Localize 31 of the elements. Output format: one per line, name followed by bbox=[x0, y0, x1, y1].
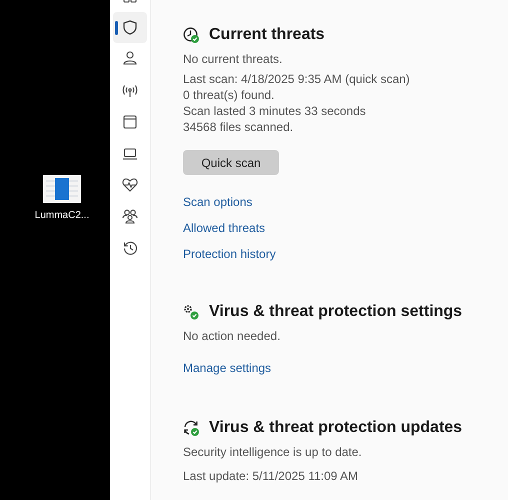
nav-item[interactable] bbox=[113, 12, 147, 44]
person-icon bbox=[123, 51, 137, 66]
refresh-check-icon bbox=[183, 420, 200, 436]
shield-icon bbox=[123, 20, 137, 35]
window-icon bbox=[123, 115, 137, 130]
gear-check-icon bbox=[183, 304, 200, 320]
file-name[interactable]: LummaC2... bbox=[34, 210, 90, 221]
link[interactable]: Manage settings bbox=[183, 360, 272, 376]
detail-text: 34568 files scanned. bbox=[183, 119, 294, 135]
document-file-icon[interactable] bbox=[43, 175, 81, 203]
status-text: Security intelligence is up to date. bbox=[183, 444, 363, 460]
selection-indicator bbox=[115, 20, 118, 35]
detail-text: Scan lasted 3 minutes 33 seconds bbox=[183, 103, 367, 119]
detail-text: Last update: 5/11/2025 11:09 AM bbox=[183, 468, 360, 484]
scan-check-icon bbox=[183, 26, 200, 44]
detail-text: Last scan: 4/18/2025 9:35 AM (quick scan) bbox=[183, 71, 411, 87]
status-text: No current threats. bbox=[183, 51, 284, 67]
section-title: Current threats bbox=[209, 26, 325, 44]
detail-text: 0 threat(s) found. bbox=[183, 87, 276, 103]
status-text: No action needed. bbox=[183, 328, 282, 344]
section-title: Virus & threat protection updates bbox=[209, 419, 462, 437]
link[interactable]: Allowed threats bbox=[183, 220, 266, 236]
antenna-icon bbox=[122, 84, 138, 98]
heartbeat-icon bbox=[122, 178, 138, 192]
quick-scan-button[interactable]: Quick scan bbox=[183, 150, 279, 175]
laptop-icon bbox=[122, 148, 138, 160]
link[interactable]: Scan options bbox=[183, 194, 252, 210]
section-title: Virus & threat protection settings bbox=[209, 303, 462, 321]
history-icon bbox=[122, 241, 138, 256]
link[interactable]: Protection history bbox=[183, 246, 276, 262]
people-icon bbox=[122, 209, 138, 224]
